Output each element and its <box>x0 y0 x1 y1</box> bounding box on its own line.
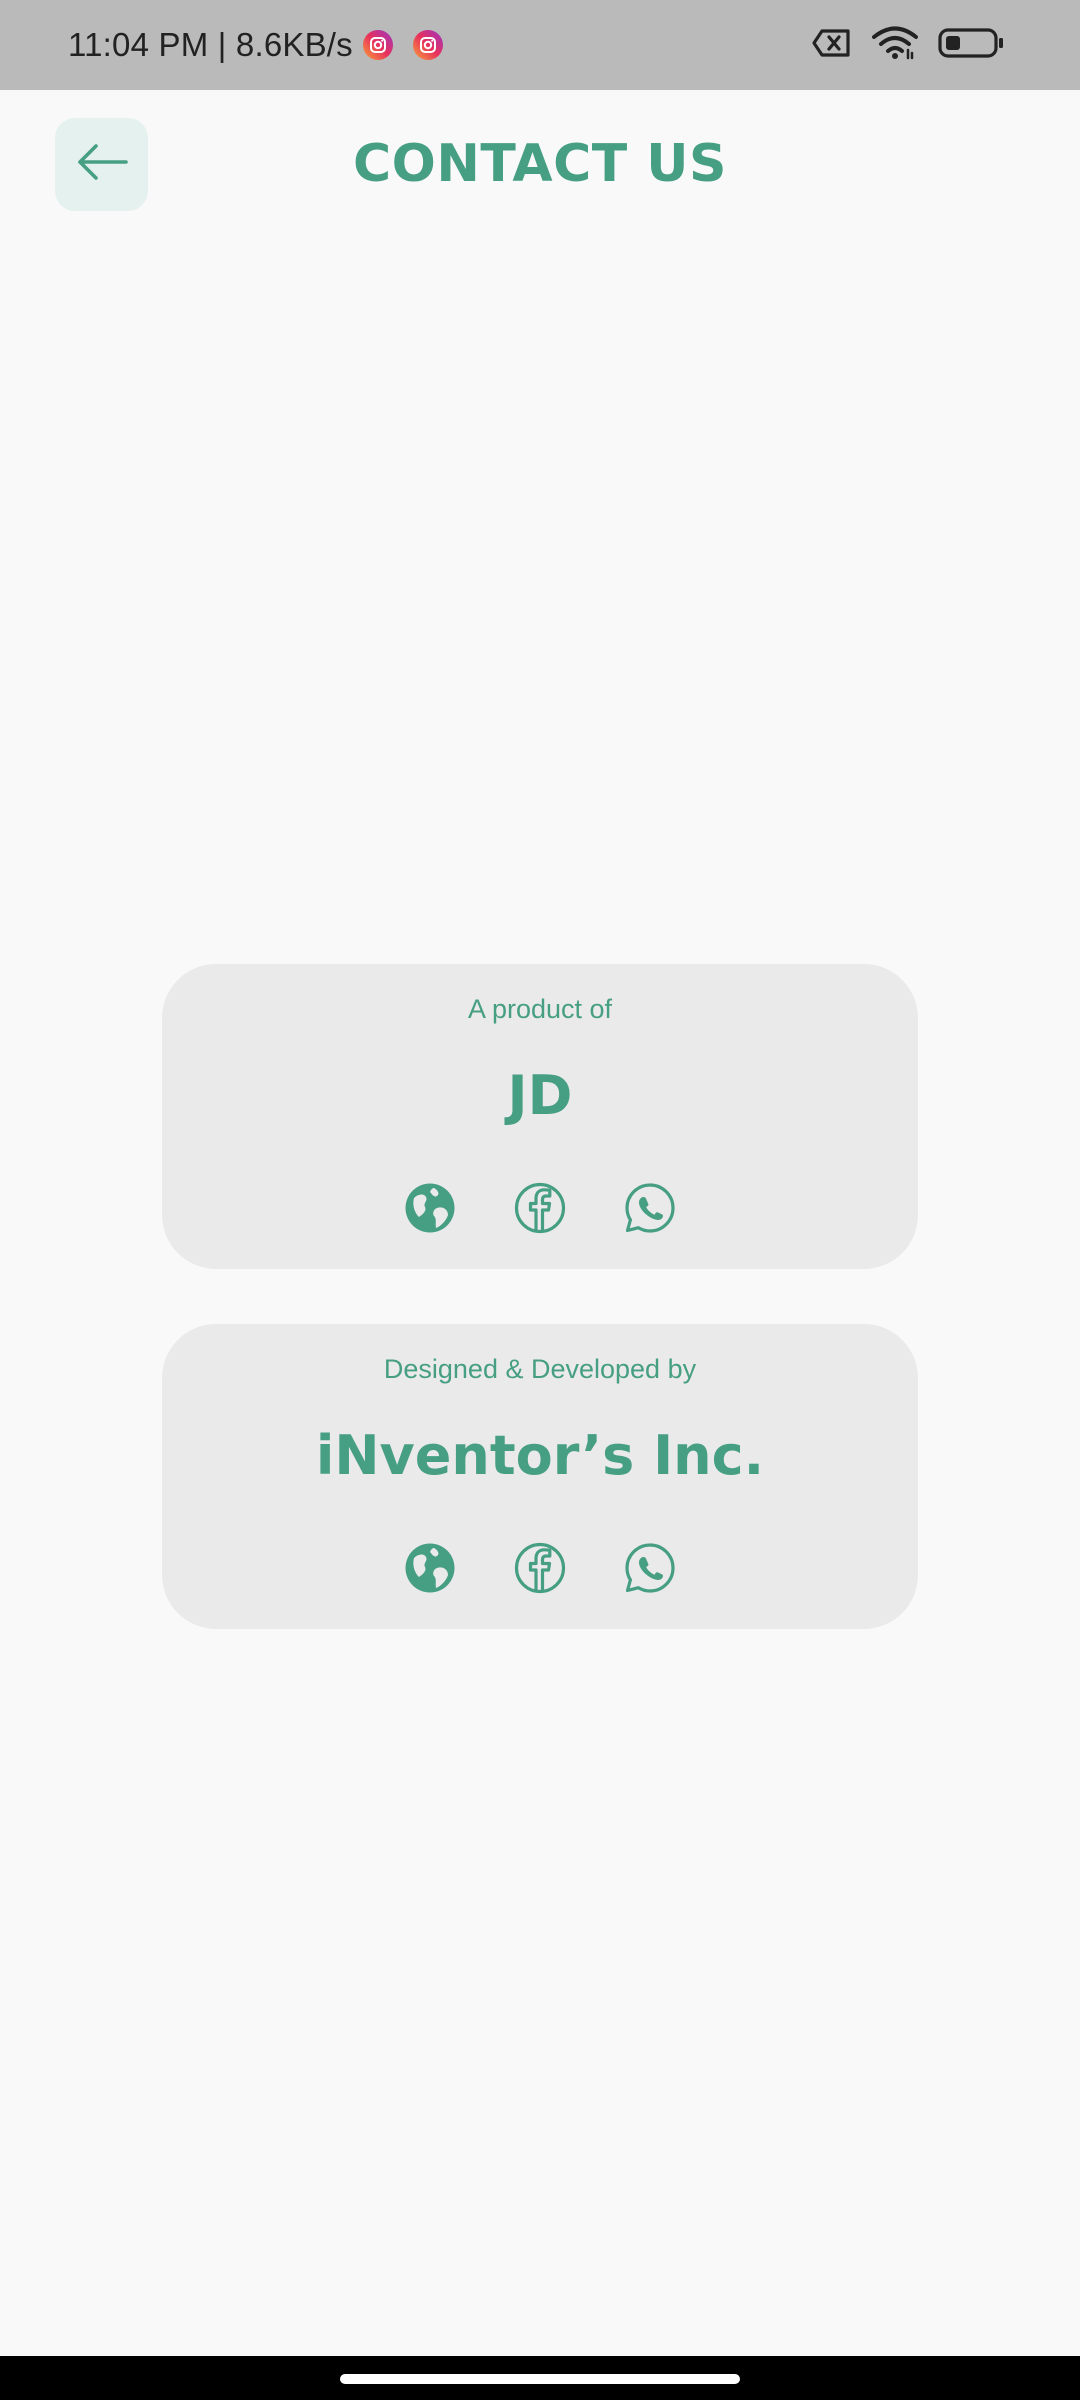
navigation-bar <box>0 2356 1080 2400</box>
status-time-speed: 11:04 PM | 8.6KB/s <box>68 26 353 63</box>
wifi-icon <box>872 26 918 65</box>
home-indicator[interactable] <box>340 2374 740 2384</box>
globe-icon[interactable] <box>404 1542 456 1594</box>
card-caption: A product of <box>467 994 613 1024</box>
back-button[interactable] <box>55 118 148 211</box>
product-card: A product of JD <box>162 964 918 1269</box>
contact-us-screen: 11:04 PM | 8.6KB/s CONTACT US A product … <box>0 0 1080 2400</box>
no-sim-icon <box>812 27 852 64</box>
company-name: JD <box>507 1064 573 1127</box>
company-name: iNventor’s Inc. <box>315 1424 765 1487</box>
globe-icon[interactable] <box>404 1182 456 1234</box>
page-title: CONTACT US <box>353 134 727 194</box>
instagram-icon <box>362 30 393 60</box>
card-caption: Designed & Developed by <box>383 1354 697 1384</box>
social-links <box>162 1182 918 1234</box>
developer-card: Designed & Developed by iNventor’s Inc. <box>162 1324 918 1629</box>
status-left: 11:04 PM | 8.6KB/s <box>68 0 443 90</box>
facebook-icon[interactable] <box>514 1542 566 1594</box>
social-links <box>162 1542 918 1594</box>
facebook-icon[interactable] <box>514 1182 566 1234</box>
whatsapp-icon[interactable] <box>624 1182 676 1234</box>
arrow-left-icon <box>76 142 128 187</box>
battery-low-icon <box>938 27 1004 64</box>
status-bar: 11:04 PM | 8.6KB/s <box>0 0 1080 90</box>
status-right <box>812 0 1004 90</box>
instagram-icon <box>412 30 443 60</box>
whatsapp-icon[interactable] <box>624 1542 676 1594</box>
